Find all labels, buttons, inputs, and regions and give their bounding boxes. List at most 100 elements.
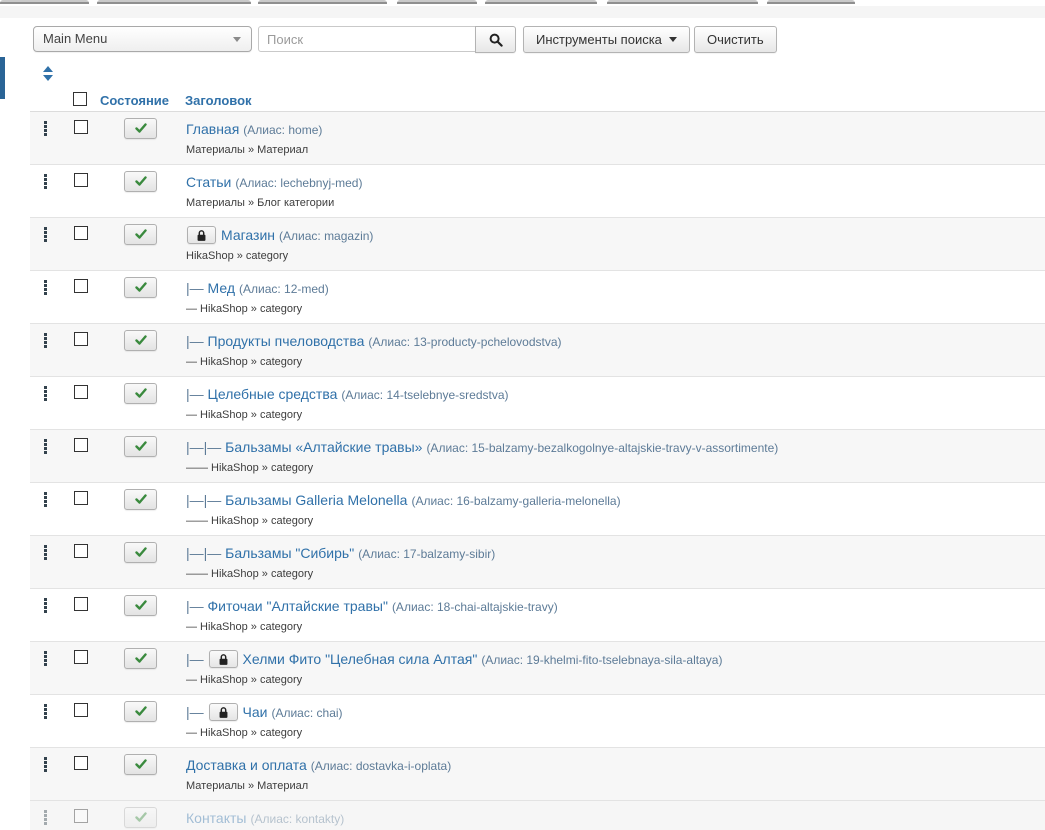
menu-item-link[interactable]: Бальзамы Galleria Melonella [225, 492, 407, 508]
item-type-text: Материалы » Материал [186, 780, 309, 792]
row-checkbox[interactable] [74, 120, 88, 134]
row-checkbox[interactable] [74, 650, 88, 664]
drag-handle-icon[interactable] [44, 704, 52, 719]
alias-text: (Алиас: 13-producty-pchelovodstva) [368, 335, 562, 349]
toolbar-button-top [97, 0, 251, 4]
drag-handle-icon[interactable] [44, 545, 52, 560]
drag-handle-icon[interactable] [44, 598, 52, 613]
row-checkbox[interactable] [74, 385, 88, 399]
publish-status-button[interactable] [124, 330, 157, 351]
table-row: |— Целебные средства (Алиас: 14-tselebnye… [30, 377, 1045, 430]
menu-item-link[interactable]: Целебные средства [208, 386, 338, 402]
menu-item-link[interactable]: Мед [208, 280, 235, 296]
menu-item-link[interactable]: Главная [186, 121, 239, 137]
filter-bar: Main Menu Инструменты поиска Очистить [0, 26, 1045, 53]
check-icon [134, 229, 147, 239]
ordering-sort-icon[interactable] [43, 66, 53, 81]
check-icon [134, 812, 147, 822]
menu-item-link[interactable]: Бальзамы «Алтайские травы» [225, 439, 422, 455]
publish-status-button[interactable] [124, 489, 157, 510]
row-checkbox[interactable] [74, 279, 88, 293]
lock-button[interactable] [187, 226, 216, 245]
item-type-text: — HikaShop » category [186, 356, 303, 368]
menu-item-link[interactable]: Статьи [186, 174, 231, 190]
alias-text: (Алиас: 16-balzamy-galleria-melonella) [411, 494, 621, 508]
row-checkbox[interactable] [74, 226, 88, 240]
menu-item-link[interactable]: Бальзамы "Сибирь" [225, 545, 354, 561]
menu-type-select[interactable]: Main Menu [33, 26, 252, 52]
search-input[interactable] [258, 26, 476, 52]
column-header-title[interactable]: Заголовок [185, 93, 252, 108]
publish-status-button[interactable] [124, 701, 157, 722]
check-icon [134, 388, 147, 398]
table-row: Контакты (Алиас: kontakty) [30, 801, 1045, 830]
table-row: |— Мед (Алиас: 12-med) — HikaShop » categ… [30, 271, 1045, 324]
lock-button[interactable] [208, 650, 238, 669]
title-cell: |— Целебные средства (Алиас: 14-tselebnye… [186, 385, 509, 422]
select-all-checkbox[interactable] [73, 92, 87, 106]
drag-handle-icon[interactable] [44, 333, 52, 348]
search-button[interactable] [475, 26, 516, 53]
check-icon [134, 653, 147, 663]
publish-status-button[interactable] [124, 383, 157, 404]
drag-handle-icon[interactable] [44, 810, 52, 825]
clear-button[interactable]: Очистить [694, 26, 777, 53]
row-checkbox[interactable] [74, 332, 88, 346]
check-icon [134, 282, 147, 292]
alias-text: (Алиас: 17-balzamy-sibir) [358, 547, 496, 561]
check-icon [134, 494, 147, 504]
publish-status-button[interactable] [124, 436, 157, 457]
search-tools-button[interactable]: Инструменты поиска [523, 26, 690, 53]
publish-status-button[interactable] [124, 224, 157, 245]
drag-handle-icon[interactable] [44, 439, 52, 454]
title-cell: Доставка и оплата (Алиас: dostavka-i-opla… [186, 756, 451, 793]
drag-handle-icon[interactable] [44, 386, 52, 401]
row-checkbox[interactable] [74, 491, 88, 505]
table-row: |—|— Бальзамы "Сибирь" (Алиас: 17-balzamy… [30, 536, 1045, 589]
drag-handle-icon[interactable] [44, 227, 52, 242]
indent-prefix: |—|— [186, 492, 226, 508]
item-type-text: —— HikaShop » category [186, 462, 314, 474]
menu-item-link[interactable]: Магазин [221, 227, 275, 243]
lock-button[interactable] [208, 703, 238, 722]
title-cell: |— Мед (Алиас: 12-med) — HikaShop » categ… [186, 279, 329, 316]
menu-item-link[interactable]: Доставка и оплата [186, 757, 307, 773]
item-type-text: — HikaShop » category [186, 303, 303, 315]
title-cell: |— Чаи (Алиас: chai) — HikaShop » categor… [186, 703, 343, 740]
title-cell: |— Фиточаи "Алтайские травы" (Алиас: 18-c… [186, 597, 558, 634]
row-checkbox[interactable] [74, 438, 88, 452]
menu-item-link[interactable]: Хелми Фито "Целебная сила Алтая" [243, 651, 478, 667]
row-checkbox[interactable] [74, 703, 88, 717]
item-type-text: —— HikaShop » category [186, 568, 314, 580]
drag-handle-icon[interactable] [44, 174, 52, 189]
row-checkbox[interactable] [74, 809, 88, 823]
menu-item-link[interactable]: Продукты пчеловодства [208, 333, 365, 349]
toolbar-button-top [607, 0, 758, 4]
drag-handle-icon[interactable] [44, 121, 52, 136]
publish-status-button[interactable] [124, 171, 157, 192]
row-checkbox[interactable] [74, 544, 88, 558]
publish-status-button[interactable] [124, 118, 157, 139]
indent-prefix: |— [186, 333, 208, 349]
row-checkbox[interactable] [74, 173, 88, 187]
alias-text: (Алиас: 18-chai-altajskie-travy) [391, 600, 558, 614]
publish-status-button[interactable] [124, 542, 157, 563]
publish-status-button[interactable] [124, 595, 157, 616]
publish-status-button[interactable] [124, 277, 157, 298]
drag-handle-icon[interactable] [44, 757, 52, 772]
menu-item-link[interactable]: Чаи [243, 704, 268, 720]
drag-handle-icon[interactable] [44, 492, 52, 507]
publish-status-button[interactable] [124, 754, 157, 775]
row-checkbox[interactable] [74, 756, 88, 770]
column-header-status[interactable]: Состояние [100, 93, 169, 108]
menu-item-link[interactable]: Фиточаи "Алтайские травы" [208, 598, 388, 614]
item-type-text: — HikaShop » category [186, 727, 303, 740]
drag-handle-icon[interactable] [44, 280, 52, 295]
table-row: |— Хелми Фито "Целебная сила Алтая" (Алиа… [30, 642, 1045, 695]
publish-status-button[interactable] [124, 807, 157, 828]
item-type-text: — HikaShop » category [186, 409, 303, 421]
row-checkbox[interactable] [74, 597, 88, 611]
publish-status-button[interactable] [124, 648, 157, 669]
drag-handle-icon[interactable] [44, 651, 52, 666]
menu-item-link[interactable]: Контакты [186, 810, 246, 826]
